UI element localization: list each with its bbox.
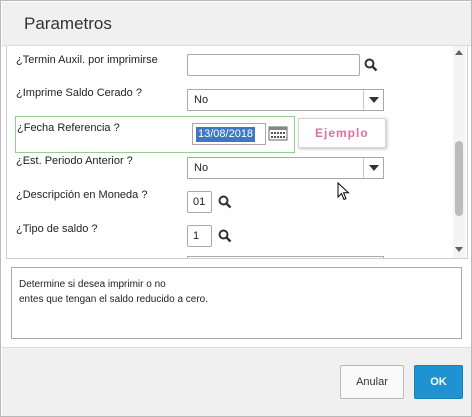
- search-icon[interactable]: [218, 195, 232, 209]
- fecha-referencia-input[interactable]: 13/08/2018: [192, 123, 266, 145]
- dialog-titlebar: Parametros: [2, 2, 471, 46]
- est-periodo-label: ¿Est. Periodo Anterior ?: [16, 155, 133, 167]
- termin-auxil-label: ¿Termin Auxil. por imprimirse: [16, 54, 158, 66]
- est-periodo-select[interactable]: No: [187, 157, 384, 179]
- search-icon[interactable]: [218, 229, 232, 243]
- chevron-down-icon[interactable]: [363, 90, 383, 110]
- est-periodo-value: No: [194, 162, 209, 174]
- descripcion-moneda-label: ¿Descripción en Moneda ?: [16, 189, 148, 201]
- parameters-panel[interactable]: ¿Termin Auxil. por imprimirse ¿Imprime S…: [6, 46, 468, 259]
- ok-button[interactable]: OK: [414, 365, 463, 399]
- termin-auxil-input[interactable]: [187, 54, 360, 76]
- help-line-1: Determine si desea imprimir o no: [19, 279, 166, 290]
- help-line-2: entes que tengan el saldo reducido a cer…: [19, 294, 209, 305]
- imprime-saldo-select[interactable]: No: [187, 89, 384, 111]
- cancel-button[interactable]: Anular: [340, 365, 404, 399]
- parametros-dialog: Parametros ¿Termin Auxil. por imprimirse…: [0, 0, 472, 417]
- scrollbar-thumb[interactable]: [455, 141, 463, 216]
- imprime-saldo-value: No: [194, 94, 209, 106]
- descripcion-moneda-value: 01: [193, 196, 206, 208]
- help-text-area: Determine si desea imprimir o no entes q…: [11, 267, 462, 339]
- imprime-saldo-label: ¿Imprime Saldo Cerado ?: [16, 87, 142, 99]
- next-field-select[interactable]: [187, 256, 384, 258]
- tooltip-text: Ejemplo: [315, 126, 369, 140]
- scroll-down-icon[interactable]: [455, 247, 463, 252]
- vertical-scrollbar[interactable]: [453, 46, 465, 258]
- fecha-referencia-label: ¿Fecha Referencia ?: [17, 122, 120, 134]
- mouse-pointer-icon: [337, 182, 350, 201]
- search-icon[interactable]: [364, 58, 378, 72]
- fecha-referencia-value: 13/08/2018: [196, 127, 256, 142]
- chevron-down-icon[interactable]: [363, 158, 383, 178]
- example-tooltip: Ejemplo: [298, 118, 386, 148]
- descripcion-moneda-input[interactable]: 01: [187, 191, 212, 213]
- calendar-icon[interactable]: [268, 125, 288, 142]
- tipo-saldo-value: 1: [193, 230, 200, 242]
- tipo-saldo-input[interactable]: 1: [187, 225, 212, 247]
- dialog-title: Parametros: [24, 14, 112, 33]
- dialog-footer: Anular OK: [2, 347, 471, 416]
- scroll-up-icon[interactable]: [455, 50, 463, 55]
- tipo-saldo-label: ¿Tipo de saldo ?: [16, 223, 98, 235]
